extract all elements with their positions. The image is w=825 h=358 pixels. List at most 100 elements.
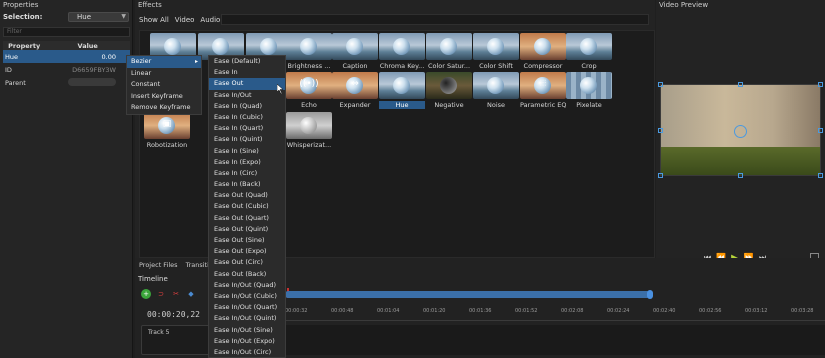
effect-thumbnail (332, 33, 378, 60)
tab-video[interactable]: Video (175, 14, 195, 26)
tab-audio[interactable]: Audio (200, 14, 220, 26)
add-track-icon[interactable]: + (141, 289, 151, 299)
submenu-item[interactable]: Ease In/Out (Sine) (209, 325, 285, 336)
submenu-item[interactable]: Ease In/Out (Quad) (209, 280, 285, 291)
ruler-tick: 00:02:08 (561, 308, 584, 314)
equalizer-icon: ⫶⫶⫶ (539, 79, 547, 89)
transform-handle[interactable] (658, 128, 663, 133)
submenu-item[interactable]: Ease In (Back) (209, 179, 285, 190)
submenu-item[interactable]: Ease In (Circ) (209, 168, 285, 179)
tab-project-files[interactable]: Project Files (139, 261, 178, 269)
effect-tile-caption[interactable]: Caption (332, 33, 378, 73)
snap-icon[interactable]: ⊃ (156, 289, 166, 299)
submenu-item[interactable]: Ease Out (Quint) (209, 224, 285, 235)
transform-handle[interactable] (658, 173, 663, 178)
transform-handle[interactable] (738, 82, 743, 87)
parent-dropdown[interactable] (68, 77, 116, 86)
menu-item-remove-keyframe[interactable]: Remove Keyframe (127, 102, 201, 114)
effect-tile-noise[interactable]: Noise (473, 72, 519, 112)
effect-thumbnail (473, 72, 519, 99)
effect-thumbnail: ⇔ (332, 72, 378, 99)
timeline-scrubber[interactable] (285, 290, 653, 299)
submenu-item[interactable]: Ease Out (Expo) (209, 246, 285, 257)
effect-thumbnail (473, 33, 519, 60)
transform-handle[interactable] (738, 173, 743, 178)
submenu-item[interactable]: Ease In/Out (Quint) (209, 313, 285, 324)
submenu-item[interactable]: Ease In/Out (Cubic) (209, 291, 285, 302)
ruler-tick: 00:03:28 (791, 308, 814, 314)
effect-tile-whisperization[interactable]: Whisperizat... (286, 112, 332, 152)
submenu-item[interactable]: Ease In (209, 67, 285, 78)
selection-value: Hue (77, 13, 92, 21)
submenu-item[interactable]: Ease Out (Quart) (209, 213, 285, 224)
ruler-tick: 00:02:24 (607, 308, 630, 314)
submenu-item[interactable]: Ease In (Sine) (209, 146, 285, 157)
property-row-hue[interactable]: Hue 0.00 (3, 50, 130, 63)
center-crosshair-icon[interactable] (734, 125, 747, 138)
effect-tile-echo[interactable]: ((•)) Echo (286, 72, 332, 112)
submenu-item[interactable]: Ease Out (Back) (209, 269, 285, 280)
effect-tile-chroma-key[interactable]: Chroma Key... (379, 33, 425, 73)
submenu-item[interactable]: Ease In/Out (Circ) (209, 347, 285, 358)
effect-thumbnail (426, 72, 472, 99)
track-lane[interactable] (285, 325, 825, 355)
submenu-item[interactable]: Ease Out (Sine) (209, 235, 285, 246)
effect-tile-negative[interactable]: Negative (426, 72, 472, 112)
timeline-ruler[interactable]: 00:00:32 00:00:48 00:01:04 00:01:20 00:0… (285, 305, 825, 321)
selection-row: Selection: Hue ▼ (2, 12, 130, 23)
effect-label: Color Satur... (427, 62, 471, 70)
submenu-item[interactable]: Ease (Default) (209, 56, 285, 67)
selection-dropdown[interactable]: Hue ▼ (68, 12, 129, 22)
effect-tile-compressor[interactable]: Compressor (520, 33, 566, 73)
submenu-item[interactable]: Ease In (Cubic) (209, 112, 285, 123)
ruler-tick: 00:01:20 (423, 308, 446, 314)
submenu-item[interactable]: Ease In (Quart) (209, 123, 285, 134)
submenu-item[interactable]: Ease In (Quad) (209, 101, 285, 112)
menu-item-linear[interactable]: Linear (127, 68, 201, 80)
menu-item-bezier[interactable]: Bezier ▸ (127, 56, 201, 68)
effect-label: Parametric EQ (520, 101, 566, 109)
properties-filter-input[interactable]: Filter (3, 27, 130, 37)
effect-tile-brightness[interactable]: Brightness ... (286, 33, 332, 73)
effects-search-input[interactable] (221, 14, 649, 25)
transform-handle[interactable] (818, 173, 823, 178)
transform-handle[interactable] (818, 128, 823, 133)
property-value[interactable]: 0.00 (45, 50, 130, 63)
properties-table: Property Value Hue 0.00 ID D6659FBY3W Pa… (3, 41, 130, 89)
submenu-item[interactable]: Ease In (Expo) (209, 157, 285, 168)
submenu-item[interactable]: Ease In/Out (Quart) (209, 302, 285, 313)
track-name: Track 5 (148, 329, 170, 336)
submenu-item-ease-out[interactable]: Ease Out (209, 78, 285, 90)
tab-show-all[interactable]: Show All (139, 14, 169, 26)
effect-tile-pixelate[interactable]: Pixelate (566, 72, 612, 112)
effect-tile-robotization[interactable]: ▣ Robotization (144, 112, 190, 152)
submenu-item[interactable]: Ease In/Out (209, 90, 285, 101)
submenu-item[interactable]: Ease Out (Circ) (209, 257, 285, 268)
menu-item-constant[interactable]: Constant (127, 79, 201, 91)
transform-handle[interactable] (658, 82, 663, 87)
property-row-id[interactable]: ID D6659FBY3W (3, 63, 130, 76)
ruler-tick: 00:01:04 (377, 308, 400, 314)
property-value: D6659FBY3W (72, 65, 116, 74)
menu-item-insert-keyframe[interactable]: Insert Keyframe (127, 91, 201, 103)
effect-tile-expander[interactable]: ⇔ Expander (332, 72, 378, 112)
property-row-parent[interactable]: Parent (3, 76, 130, 89)
effect-tile-parametric-eq[interactable]: ⫶⫶⫶ Parametric EQ (520, 72, 566, 112)
effect-tile-hue[interactable]: Hue (379, 72, 425, 112)
ruler-tick: 00:01:36 (469, 308, 492, 314)
submenu-item[interactable]: Ease Out (Cubic) (209, 201, 285, 212)
effect-tile-color-saturation[interactable]: Color Satur... (426, 33, 472, 73)
transform-handle[interactable] (818, 82, 823, 87)
razor-icon[interactable]: ✂ (171, 289, 181, 299)
effect-tile-crop[interactable]: Crop (566, 33, 612, 73)
effect-tile-color-shift[interactable]: Color Shift (473, 33, 519, 73)
submenu-item[interactable]: Ease In/Out (Expo) (209, 336, 285, 347)
mouse-cursor-icon (277, 84, 284, 94)
marker-icon[interactable]: ◆ (186, 289, 196, 299)
effect-thumbnail (566, 72, 612, 99)
scrubber-handle[interactable] (647, 290, 653, 299)
property-value[interactable] (45, 76, 130, 89)
property-name: ID (5, 65, 12, 74)
submenu-item[interactable]: Ease In (Quint) (209, 134, 285, 145)
submenu-item[interactable]: Ease Out (Quad) (209, 190, 285, 201)
